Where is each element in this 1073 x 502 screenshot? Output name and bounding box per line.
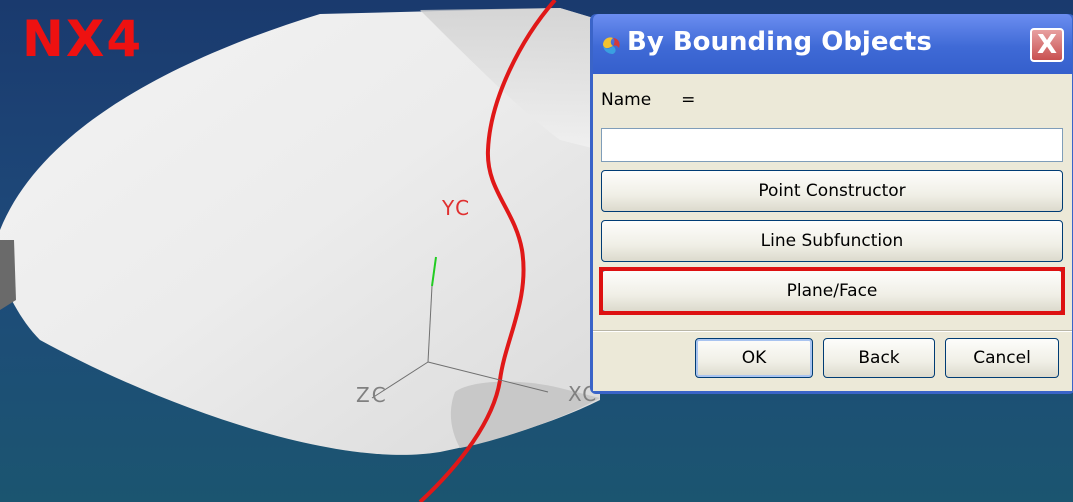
- close-icon: X: [1036, 30, 1058, 60]
- name-input[interactable]: [601, 128, 1063, 162]
- point-constructor-button[interactable]: Point Constructor: [601, 170, 1063, 212]
- close-button[interactable]: X: [1030, 28, 1064, 62]
- line-subfunction-button[interactable]: Line Subfunction: [601, 220, 1063, 262]
- back-button[interactable]: Back: [823, 338, 935, 378]
- dialog-separator: [593, 330, 1072, 332]
- cancel-button[interactable]: Cancel: [945, 338, 1059, 378]
- name-equals: =: [681, 90, 696, 110]
- zc-axis-label: ZC: [356, 383, 388, 407]
- by-bounding-objects-dialog: By Bounding Objects X Name = Point Constr…: [590, 14, 1073, 394]
- yc-axis-label: YC: [442, 196, 472, 220]
- ok-button[interactable]: OK: [695, 338, 813, 378]
- dialog-body: Name = Point Constructor Line Subfunction…: [593, 74, 1072, 391]
- name-row: Name =: [601, 90, 695, 110]
- dialog-title: By Bounding Objects: [627, 27, 932, 57]
- dialog-titlebar[interactable]: By Bounding Objects X: [593, 14, 1072, 74]
- plane-face-button[interactable]: Plane/Face: [601, 270, 1063, 312]
- nx-version-label: NX4: [22, 10, 144, 68]
- nx-app-icon: [603, 37, 620, 54]
- surface-edge: [0, 240, 16, 310]
- name-label: Name: [601, 90, 652, 110]
